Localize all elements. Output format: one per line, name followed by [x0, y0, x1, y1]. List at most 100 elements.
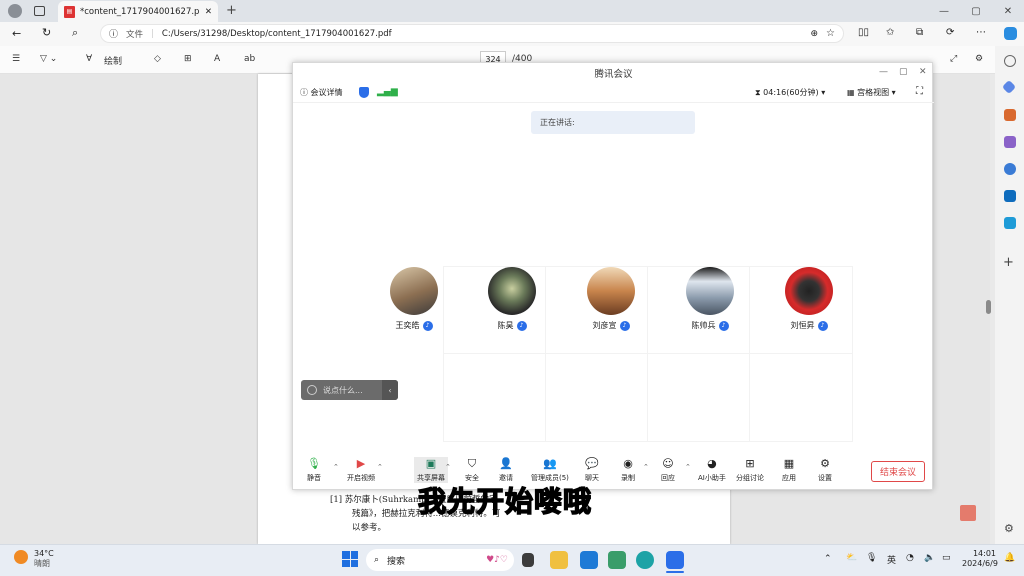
ai-assistant-icon: ◕	[707, 457, 717, 470]
acrobat-icon[interactable]	[960, 505, 976, 521]
sidebar-send-icon[interactable]	[1004, 217, 1016, 229]
chat-input[interactable]: 说点什么... ‹	[301, 380, 398, 400]
grid-view-icon: ▦	[847, 88, 855, 97]
reaction-button[interactable]: ☺ 回应	[661, 457, 675, 483]
meeting-close-icon[interactable]: ✕	[919, 67, 927, 77]
more-menu-icon[interactable]: ⋯	[976, 27, 986, 38]
maximize-icon[interactable]: ▢	[966, 3, 986, 19]
participant-tile[interactable]: 刘恒昇 ♪	[769, 267, 849, 331]
chevron-up-icon[interactable]: ⌃	[685, 463, 691, 471]
sidebar-add-icon[interactable]: +	[1003, 255, 1014, 270]
microphone-icon[interactable]: 🎙	[866, 553, 877, 563]
url-field[interactable]: ⓘ 文件 | C:/Users/31298/Desktop/content_17…	[100, 24, 844, 43]
volume-icon[interactable]: 🔈	[924, 553, 935, 563]
participant-tile[interactable]: 陈帅兵 ♪	[670, 267, 750, 331]
text-box-icon[interactable]: ⊞	[184, 54, 192, 64]
start-button[interactable]	[342, 551, 358, 567]
app-icon[interactable]	[580, 551, 598, 569]
mute-button[interactable]: 🎙 静音	[307, 457, 321, 483]
sidebar-office-icon[interactable]	[1004, 163, 1016, 175]
zoom-icon[interactable]: ⊕	[810, 29, 818, 39]
meeting-minimize-icon[interactable]: —	[879, 67, 888, 77]
participant-tile[interactable]: 王奕皓 ♪	[374, 267, 454, 331]
participant-tile[interactable]: 刘彦宣 ♪	[571, 267, 651, 331]
favorite-star-icon[interactable]: ☆	[826, 28, 835, 39]
highlight-icon[interactable]: ▽ ⌄	[40, 54, 57, 64]
video-button[interactable]: ▶ 开启视频	[347, 457, 375, 483]
shield-icon[interactable]	[359, 87, 369, 98]
erase-icon[interactable]: ◇	[154, 54, 161, 64]
active-app-indicator	[666, 571, 684, 573]
wechat-screenshot-icon[interactable]	[608, 551, 626, 569]
search-icon[interactable]: ⌕	[72, 26, 78, 40]
apps-button[interactable]: ▦ 应用	[782, 457, 796, 483]
close-tab-icon[interactable]: ✕	[205, 7, 212, 17]
ime-indicator[interactable]: 英	[887, 553, 896, 566]
new-tab-icon[interactable]: +	[226, 3, 237, 18]
view-mode-button[interactable]: ▦ 宫格视图 ▾	[847, 87, 896, 98]
refresh-icon[interactable]: ↻	[42, 26, 51, 39]
settings-button[interactable]: ⚙ 设置	[818, 457, 832, 483]
text-size-icon[interactable]: A	[214, 54, 220, 64]
pdf-settings-icon[interactable]: ⚙	[975, 54, 983, 64]
pdf-file-icon: ▤	[64, 5, 75, 18]
extension-icon[interactable]: ⟳	[946, 27, 954, 38]
breakout-button[interactable]: ⊞ 分组讨论	[736, 457, 764, 483]
favorites-icon[interactable]: ✩	[886, 27, 894, 38]
minimize-icon[interactable]: —	[934, 3, 954, 19]
sidebar-outlook-icon[interactable]	[1004, 190, 1016, 202]
collapse-icon[interactable]: ‹	[382, 380, 398, 400]
draw-icon[interactable]: ∀	[86, 54, 92, 64]
battery-icon[interactable]: ▭	[942, 553, 951, 563]
contents-icon[interactable]: ☰	[12, 54, 20, 64]
close-window-icon[interactable]: ✕	[998, 3, 1018, 19]
weather-widget[interactable]: 34°C 晴朗	[34, 549, 54, 569]
speaking-indicator: 正在讲话:	[531, 111, 695, 134]
fullscreen-icon[interactable]: ⤢	[950, 54, 957, 64]
video-subtitle: 我先开始喽哦	[417, 484, 593, 518]
collections-icon[interactable]: ⧉	[916, 27, 923, 38]
chevron-up-icon[interactable]: ⌃	[445, 463, 451, 471]
wifi-icon[interactable]: ◔	[906, 553, 914, 563]
ai-assistant-button[interactable]: ◕ AI小助手	[698, 457, 726, 483]
chevron-up-icon[interactable]: ⌃	[333, 463, 339, 471]
split-screen-icon[interactable]: ▯▯	[858, 27, 869, 38]
chevron-up-icon[interactable]: ⌃	[643, 463, 649, 471]
weather-temp: 34°C	[34, 549, 54, 558]
back-icon[interactable]: ←	[12, 27, 21, 40]
signal-icon[interactable]: ▂▄▆	[377, 87, 398, 97]
sidebar-search-icon[interactable]	[1004, 55, 1016, 67]
notification-icon[interactable]: 🔔	[1004, 553, 1015, 563]
info-icon: ⓘ	[300, 88, 308, 97]
tray-app-icon[interactable]: ⛅	[846, 553, 857, 563]
meeting-maximize-icon[interactable]: ▢	[899, 67, 908, 77]
weather-icon[interactable]	[14, 550, 28, 564]
meeting-details-button[interactable]: ⓘ 会议详情	[300, 87, 343, 98]
sidebar-tools-icon[interactable]	[1004, 109, 1016, 121]
sidebar-games-icon[interactable]	[1004, 136, 1016, 148]
copilot-icon[interactable]	[1004, 27, 1017, 40]
meeting-timer[interactable]: ⧗ 04:16(60分钟) ▾	[755, 87, 825, 98]
record-button[interactable]: ◉ 录制	[621, 457, 635, 483]
read-aloud-icon[interactable]: ab	[244, 54, 255, 64]
task-view-icon[interactable]	[522, 553, 534, 567]
participant-tile[interactable]: 陈昊 ♪	[472, 267, 552, 331]
emoji-icon[interactable]	[307, 385, 317, 395]
tencent-meeting-icon[interactable]	[666, 551, 684, 569]
edge-browser-icon[interactable]	[636, 551, 654, 569]
clock[interactable]: 14:01 2024/6/9	[962, 549, 998, 569]
taskbar-search[interactable]: ⌕ 搜索 ♥♪♡	[366, 549, 514, 571]
profile-avatar[interactable]	[8, 4, 22, 18]
scrollbar-thumb[interactable]	[986, 300, 991, 314]
sidebar-settings-icon[interactable]: ⚙	[1004, 522, 1014, 535]
tab-actions-icon[interactable]	[34, 6, 45, 16]
add-user-icon: 👤	[499, 457, 513, 470]
meeting-window: 腾讯会议 — ▢ ✕ ⓘ 会议详情 ▂▄▆ ⧗ 04:16(60分钟) ▾ ▦ …	[292, 62, 934, 490]
chevron-up-icon[interactable]: ⌃	[824, 554, 832, 564]
end-meeting-button[interactable]: 结束会议	[871, 461, 925, 482]
draw-label[interactable]: 绘制	[104, 54, 122, 67]
file-explorer-icon[interactable]	[550, 551, 568, 569]
fullscreen-icon[interactable]: ⛶	[916, 86, 923, 97]
chevron-up-icon[interactable]: ⌃	[377, 463, 383, 471]
tab-pdf[interactable]: ▤ *content_1717904001627.pdf ✕	[58, 1, 218, 22]
